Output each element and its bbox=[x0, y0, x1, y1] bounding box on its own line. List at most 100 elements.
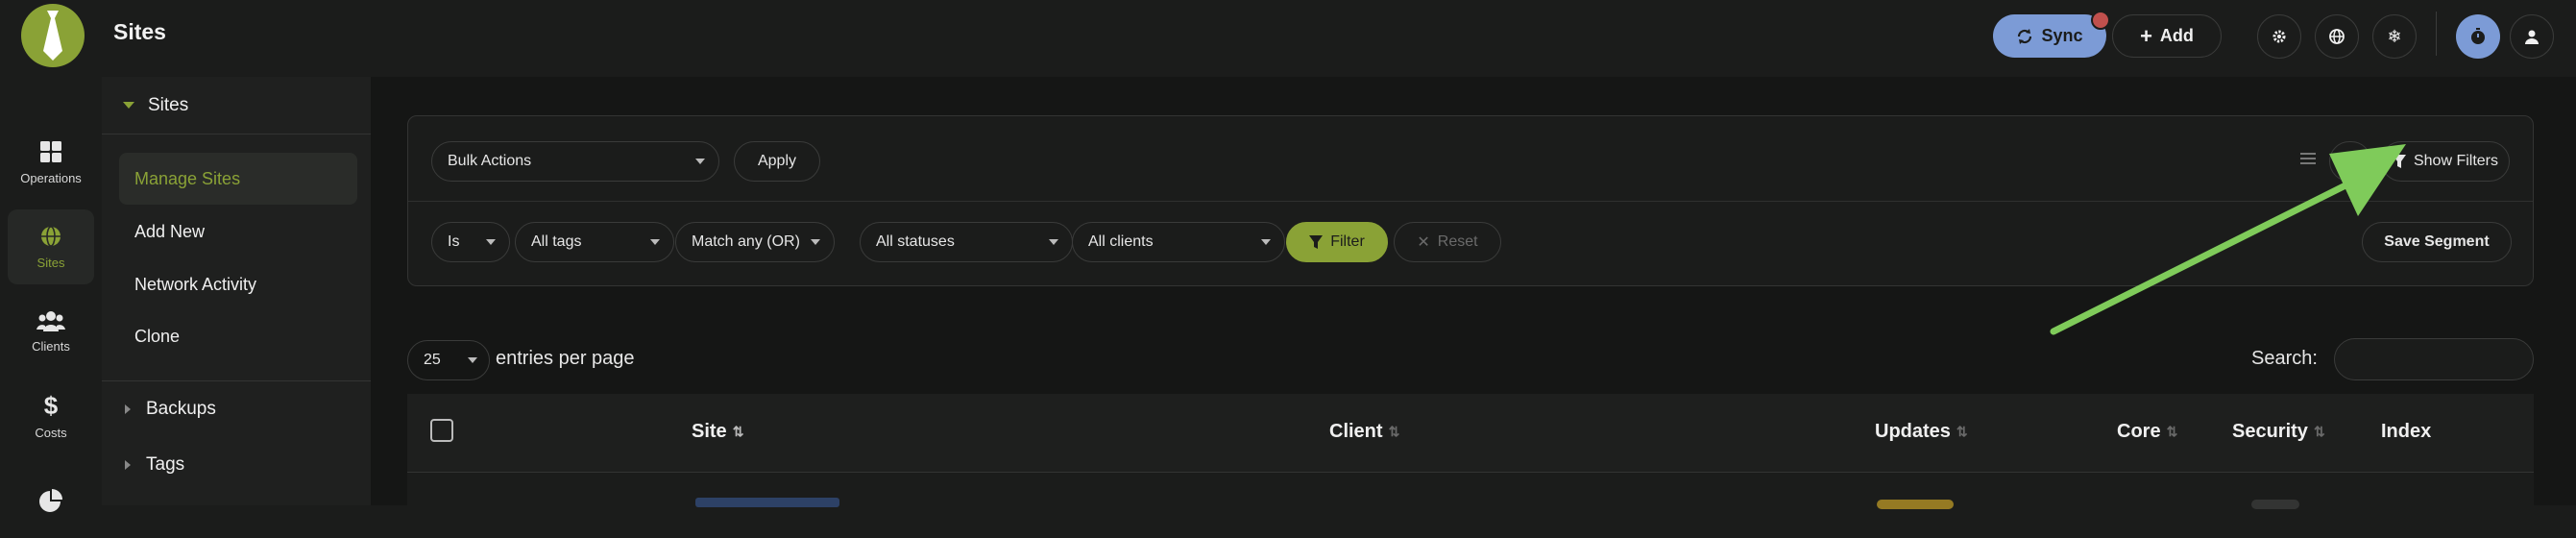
table-row[interactable] bbox=[407, 473, 2534, 509]
nav-clients[interactable]: Clients bbox=[8, 294, 94, 369]
subnav-title: Sites bbox=[148, 94, 189, 115]
security-badge bbox=[2251, 500, 2299, 509]
chevron-down-icon bbox=[486, 239, 496, 245]
subnav-section-backups[interactable]: Backups bbox=[102, 382, 371, 436]
close-icon: ✕ bbox=[1417, 234, 1430, 251]
tie-logo-icon bbox=[43, 11, 62, 61]
toolbar-divider bbox=[2436, 12, 2437, 56]
pie-chart-icon bbox=[39, 489, 62, 512]
save-segment-button[interactable]: Save Segment bbox=[2362, 222, 2512, 262]
section-label: Backups bbox=[146, 399, 216, 419]
add-label: Add bbox=[2159, 26, 2194, 45]
subnav-clone[interactable]: Clone bbox=[119, 310, 357, 362]
caret-down-icon bbox=[123, 102, 134, 109]
nav-label: Sites bbox=[36, 255, 65, 270]
subnav-section-tags[interactable]: Tags bbox=[102, 438, 371, 492]
sort-icon: ⇅ bbox=[2313, 424, 2325, 439]
tags-select[interactable]: All tags bbox=[515, 222, 674, 262]
entries-per-page-label: entries per page bbox=[496, 348, 635, 369]
select-all-checkbox[interactable] bbox=[430, 419, 453, 442]
top-bar: Sites Sync + Add ❄ bbox=[0, 0, 2576, 77]
dollar-icon: $ bbox=[43, 390, 59, 420]
clients-select[interactable]: All clients bbox=[1072, 222, 1285, 262]
globe-button[interactable] bbox=[2315, 14, 2359, 59]
grid-icon bbox=[40, 140, 61, 162]
nav-label: Operations bbox=[20, 170, 82, 185]
clients-value: All clients bbox=[1088, 233, 1154, 250]
sites-subnav: Sites Manage Sites Add New Network Activ… bbox=[102, 77, 371, 505]
snowflake-icon: ❄ bbox=[2387, 26, 2402, 46]
search-label: Search: bbox=[2251, 348, 2318, 369]
subnav-header[interactable]: Sites bbox=[102, 77, 371, 134]
column-label: Security bbox=[2232, 421, 2308, 442]
sync-label: Sync bbox=[2041, 26, 2083, 45]
bulk-actions-value: Bulk Actions bbox=[448, 153, 532, 169]
user-icon bbox=[2525, 30, 2539, 44]
condition-select[interactable]: Is bbox=[431, 222, 510, 262]
column-client[interactable]: Client ⇅ bbox=[1329, 421, 1399, 443]
column-security[interactable]: Security ⇅ bbox=[2232, 421, 2325, 443]
show-filters-button[interactable]: Show Filters bbox=[2381, 141, 2510, 182]
stopwatch-icon bbox=[2471, 28, 2485, 44]
sort-icon: ⇅ bbox=[732, 424, 744, 439]
apply-button[interactable]: Apply bbox=[734, 141, 820, 182]
condition-value: Is bbox=[448, 233, 460, 250]
reset-button[interactable]: ✕ Reset bbox=[1394, 222, 1501, 262]
nav-costs[interactable]: $ Costs bbox=[8, 379, 94, 453]
app-logo[interactable] bbox=[21, 4, 85, 67]
section-label: Tags bbox=[146, 454, 185, 475]
plus-icon: + bbox=[2140, 23, 2152, 48]
chevron-down-icon bbox=[695, 159, 705, 164]
entries-value: 25 bbox=[424, 352, 441, 368]
subnav-manage-sites[interactable]: Manage Sites bbox=[119, 153, 357, 205]
sort-icon: ⇅ bbox=[1388, 424, 1400, 439]
grid-view-button[interactable] bbox=[2329, 141, 2371, 182]
nav-operations[interactable]: Operations bbox=[8, 125, 94, 200]
column-index[interactable]: Index bbox=[2381, 421, 2431, 443]
timer-button[interactable] bbox=[2456, 14, 2500, 59]
entries-per-page-select[interactable]: 25 bbox=[407, 340, 490, 380]
column-core[interactable]: Core ⇅ bbox=[2117, 421, 2177, 443]
column-updates[interactable]: Updates ⇅ bbox=[1875, 421, 1968, 443]
column-label: Index bbox=[2381, 421, 2432, 442]
sync-button[interactable]: Sync bbox=[1993, 14, 2106, 58]
updates-badge bbox=[1877, 500, 1954, 509]
nav-sites[interactable]: Sites bbox=[8, 209, 94, 284]
tags-value: All tags bbox=[531, 233, 582, 250]
search-input[interactable] bbox=[2334, 338, 2534, 380]
statuses-value: All statuses bbox=[876, 233, 955, 250]
filter-button[interactable]: Filter bbox=[1286, 222, 1388, 262]
nav-reports[interactable] bbox=[8, 463, 94, 538]
gear-icon bbox=[2272, 30, 2286, 43]
snowflake-button[interactable]: ❄ bbox=[2372, 14, 2417, 59]
subnav-add-new[interactable]: Add New bbox=[119, 206, 357, 257]
subnav-network-activity[interactable]: Network Activity bbox=[119, 258, 357, 310]
chevron-down-icon bbox=[468, 357, 477, 363]
match-value: Match any (OR) bbox=[692, 233, 800, 250]
page-title: Sites bbox=[113, 19, 166, 44]
match-select[interactable]: Match any (OR) bbox=[675, 222, 835, 262]
subnav-divider bbox=[102, 380, 371, 381]
globe-icon bbox=[41, 225, 61, 247]
statuses-select[interactable]: All statuses bbox=[860, 222, 1073, 262]
bulk-actions-select[interactable]: Bulk Actions bbox=[431, 141, 719, 182]
chevron-down-icon bbox=[811, 239, 820, 245]
caret-right-icon bbox=[125, 460, 131, 470]
column-site[interactable]: Site ⇅ bbox=[692, 421, 743, 443]
nav-label: Clients bbox=[32, 338, 70, 354]
reset-label: Reset bbox=[1437, 233, 1478, 250]
add-button[interactable]: + Add bbox=[2112, 14, 2222, 58]
caret-right-icon bbox=[125, 404, 131, 414]
column-label: Core bbox=[2117, 421, 2161, 442]
column-label: Client bbox=[1329, 421, 1383, 442]
settings-button[interactable] bbox=[2257, 14, 2301, 59]
filter-label: Filter bbox=[1330, 233, 1365, 250]
funnel-icon bbox=[2392, 155, 2406, 168]
table-header: Site ⇅ Client ⇅ Updates ⇅ Core ⇅ Securit… bbox=[407, 394, 2534, 473]
sort-icon: ⇅ bbox=[1956, 424, 1968, 439]
user-button[interactable] bbox=[2510, 14, 2554, 59]
site-link[interactable] bbox=[695, 498, 839, 507]
column-label: Site bbox=[692, 421, 727, 442]
funnel-icon bbox=[1309, 235, 1324, 249]
list-view-icon[interactable] bbox=[2300, 153, 2316, 164]
